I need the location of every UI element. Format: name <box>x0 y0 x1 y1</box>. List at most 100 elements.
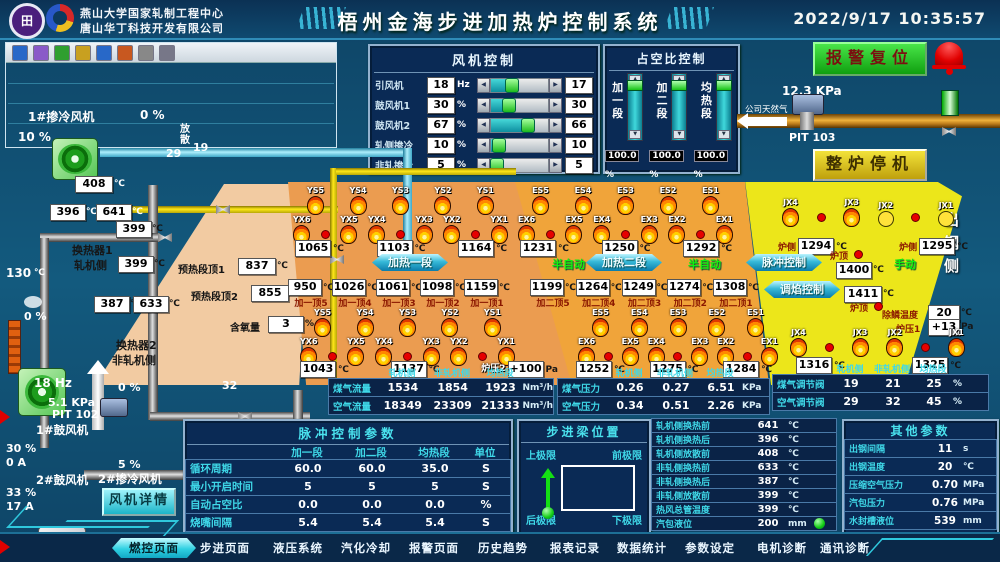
row-value: 1923 <box>479 381 523 394</box>
slider-right-arrow-icon[interactable]: ▶ <box>549 138 562 153</box>
fan-row-setpoint[interactable]: 67 <box>427 117 455 134</box>
slider-thumb-icon[interactable] <box>627 80 643 91</box>
nav-tab-8[interactable]: 数据统计 <box>611 538 673 558</box>
slider-thumb-icon[interactable] <box>492 138 506 153</box>
burner[interactable]: YS3 <box>399 308 416 337</box>
slider-right-arrow-icon[interactable]: ▶ <box>549 78 562 93</box>
burner[interactable]: JX2 <box>886 328 903 357</box>
help-icon[interactable] <box>12 45 28 61</box>
duty-zone-slider[interactable]: ▲▼ <box>671 73 687 141</box>
burner[interactable]: YS4 <box>349 186 366 215</box>
nav-tab-4[interactable]: 汽化冷却 <box>335 538 397 558</box>
folder-icon[interactable] <box>75 45 91 61</box>
roof-temp: 1308℃加二顶1 <box>715 279 757 309</box>
burner[interactable]: ES2 <box>660 186 677 215</box>
burner[interactable]: JX1 <box>938 201 954 227</box>
alarm-bell-icon[interactable] <box>935 42 963 66</box>
slider-right-arrow-icon[interactable]: ▶ <box>549 98 562 113</box>
fan-row-slider[interactable] <box>490 98 549 113</box>
slider-down-arrow-icon[interactable]: ▼ <box>629 130 641 139</box>
fan-row-slider[interactable] <box>490 138 549 153</box>
burner[interactable]: ES5 <box>532 186 549 215</box>
burner-label: YX6 <box>300 337 318 346</box>
fan-row-slider[interactable] <box>490 118 549 133</box>
slider-thumb-icon[interactable] <box>671 80 687 91</box>
roof-temp-value-row: 1159℃ <box>464 279 510 296</box>
nav-tab-10[interactable]: 电机诊断 <box>751 538 813 558</box>
pulse-control-button[interactable]: 脉冲控制 <box>746 254 822 271</box>
pit102-transmitter-icon[interactable] <box>100 398 128 417</box>
burner[interactable]: YS3 <box>392 186 409 215</box>
duty-zone-slider[interactable]: ▲▼ <box>627 73 643 141</box>
nav-tab-1[interactable]: 燃控页面 <box>112 538 196 558</box>
nav-tab-6[interactable]: 历史趋势 <box>472 538 534 558</box>
divider <box>521 442 647 443</box>
burner[interactable]: YS4 <box>356 308 373 337</box>
burner[interactable]: YS5 <box>307 186 324 215</box>
burner[interactable]: ES5 <box>592 308 609 337</box>
burner[interactable]: ES2 <box>708 308 725 337</box>
burner[interactable]: YS2 <box>441 308 458 337</box>
slider-right-arrow-icon[interactable]: ▶ <box>549 158 562 173</box>
fan-row-setpoint[interactable]: 18 <box>427 77 455 94</box>
beam-position-dot-icon <box>542 507 554 519</box>
gas-valve-icon[interactable] <box>942 127 956 136</box>
nav-tab-9[interactable]: 参数设定 <box>679 538 741 558</box>
chart-icon[interactable] <box>96 45 112 61</box>
alarm-reset-button[interactable]: 报警复位 <box>813 42 927 76</box>
burner[interactable]: YS1 <box>484 308 501 337</box>
nav-tab-3[interactable]: 液压系统 <box>267 538 329 558</box>
fan-row-setpoint[interactable]: 30 <box>427 97 455 114</box>
burner[interactable]: JX4 <box>790 328 807 357</box>
slider-thumb-icon[interactable] <box>502 98 516 113</box>
burner[interactable]: ES3 <box>617 186 634 215</box>
temp-list-unit: ℃ <box>788 435 814 445</box>
burner[interactable]: ES4 <box>575 186 592 215</box>
unit-c: ℃ <box>957 242 968 252</box>
zone1-badge[interactable]: 加热一段 <box>372 254 448 271</box>
cooling-fan-1-icon[interactable] <box>52 138 98 180</box>
slider-left-arrow-icon[interactable]: ◀ <box>477 98 490 113</box>
slider-left-arrow-icon[interactable]: ◀ <box>477 138 490 153</box>
burner[interactable]: ES4 <box>631 308 648 337</box>
burner[interactable]: YS2 <box>434 186 451 215</box>
fan-row-slider[interactable] <box>490 78 549 93</box>
nav-tab-2[interactable]: 步进页面 <box>194 538 256 558</box>
burner[interactable]: YS1 <box>477 186 494 215</box>
roof-temp-value-row: 1098℃ <box>420 279 466 296</box>
fan-row-setpoint[interactable]: 10 <box>427 137 455 154</box>
flame-icon <box>307 196 324 215</box>
burner[interactable]: ES1 <box>747 308 764 337</box>
burner-label: ES1 <box>747 308 764 317</box>
burner[interactable]: JX1 <box>948 328 965 357</box>
burner[interactable]: JX3 <box>843 198 860 227</box>
pipe-valve-icon[interactable] <box>158 233 172 242</box>
burner[interactable]: JX2 <box>878 201 894 227</box>
heat-exchanger-1-label: 换热器1 <box>72 242 113 258</box>
edit-icon[interactable] <box>138 45 154 61</box>
gas-valve-actuator-icon[interactable] <box>941 90 959 116</box>
slider-down-arrow-icon[interactable]: ▼ <box>673 130 685 139</box>
slider-thumb-icon[interactable] <box>505 78 519 93</box>
flame-control-button[interactable]: 调焰控制 <box>764 281 840 298</box>
burner[interactable]: YS5 <box>314 308 331 337</box>
slider-right-arrow-icon[interactable]: ▶ <box>549 118 562 133</box>
mail-icon[interactable] <box>33 45 49 61</box>
burner[interactable]: ES3 <box>670 308 687 337</box>
duty-zone-slider[interactable]: ▲▼ <box>716 73 732 141</box>
slider-thumb-icon[interactable] <box>716 80 732 91</box>
slider-left-arrow-icon[interactable]: ◀ <box>477 78 490 93</box>
zone2-badge[interactable]: 加热二段 <box>586 254 662 271</box>
slider-thumb-icon[interactable] <box>521 118 535 133</box>
slider-left-arrow-icon[interactable]: ◀ <box>477 118 490 133</box>
report-icon[interactable] <box>117 45 133 61</box>
burner[interactable]: JX3 <box>852 328 869 357</box>
download-icon[interactable] <box>54 45 70 61</box>
nav-tab-7[interactable]: 报表记录 <box>544 538 606 558</box>
lock-icon[interactable] <box>159 45 175 61</box>
burner[interactable]: JX4 <box>782 198 799 227</box>
burner[interactable]: ES1 <box>702 186 719 215</box>
slider-down-arrow-icon[interactable]: ▼ <box>718 130 730 139</box>
nav-tab-5[interactable]: 报警页面 <box>403 538 465 558</box>
furnace-stop-button[interactable]: 整炉停机 <box>813 149 927 181</box>
